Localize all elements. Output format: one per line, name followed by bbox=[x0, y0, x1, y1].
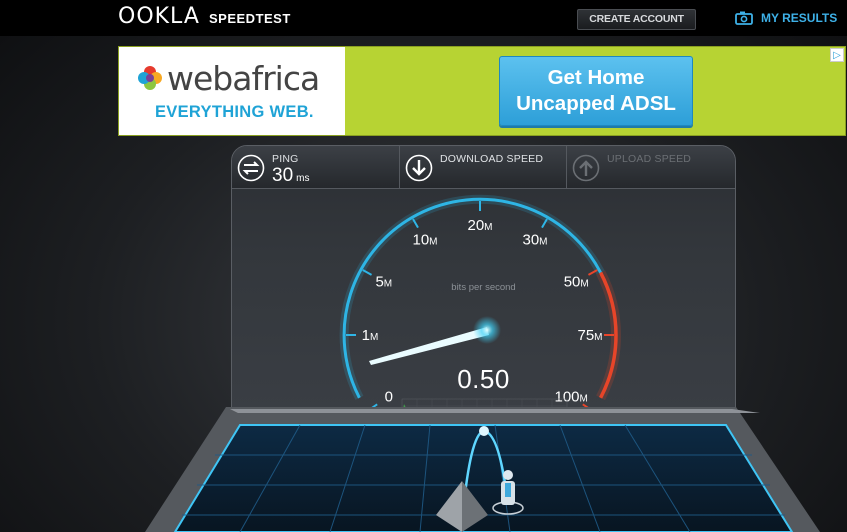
gauge-tick-label: 20M bbox=[467, 217, 492, 234]
connection-node bbox=[479, 426, 489, 436]
ad-cta-line1: Get Home bbox=[547, 66, 645, 89]
speed-visualization-floor bbox=[145, 407, 820, 532]
my-results-label: MY RESULTS bbox=[761, 11, 838, 25]
gauge-needle bbox=[369, 327, 489, 365]
gauge-needle-hub bbox=[473, 316, 501, 344]
ad-brand-name: webafrica bbox=[167, 59, 320, 98]
gauge-tick-label: 1M bbox=[362, 327, 379, 344]
ad-banner[interactable]: webafrica EVERYTHING WEB. Get Home Uncap… bbox=[118, 46, 846, 136]
ad-brand-panel: webafrica EVERYTHING WEB. bbox=[119, 47, 345, 135]
ad-cta-line2: Uncapped ADSL bbox=[516, 92, 676, 115]
my-results-link[interactable]: MY RESULTS bbox=[735, 8, 837, 28]
bits-per-second-label: bits per second bbox=[451, 282, 516, 293]
speedtest-label: SPEEDTEST bbox=[209, 11, 291, 26]
ad-cta-button[interactable]: Get Home Uncapped ADSL bbox=[499, 56, 693, 126]
create-account-button[interactable]: CREATE ACCOUNT bbox=[577, 9, 696, 30]
top-bar: OOKLA SPEEDTEST CREATE ACCOUNT MY RESULT… bbox=[0, 0, 847, 36]
camera-icon bbox=[735, 11, 753, 25]
webafrica-pinwheel-icon bbox=[138, 66, 162, 90]
gauge-tick-label: 10M bbox=[412, 232, 437, 249]
speed-reading: 0.50 bbox=[457, 364, 510, 394]
speed-gauge-panel: PING 30 ms DOWNLOAD SPEED UPLOAD SPEED 0… bbox=[231, 145, 736, 415]
adchoices-icon[interactable]: ▷ bbox=[830, 48, 844, 62]
ad-tagline: EVERYTHING WEB. bbox=[155, 103, 314, 121]
gauge-tick-label: 75M bbox=[577, 327, 602, 344]
ookla-logo[interactable]: OOKLA bbox=[118, 4, 200, 29]
gauge-tick-label: 30M bbox=[522, 232, 547, 249]
